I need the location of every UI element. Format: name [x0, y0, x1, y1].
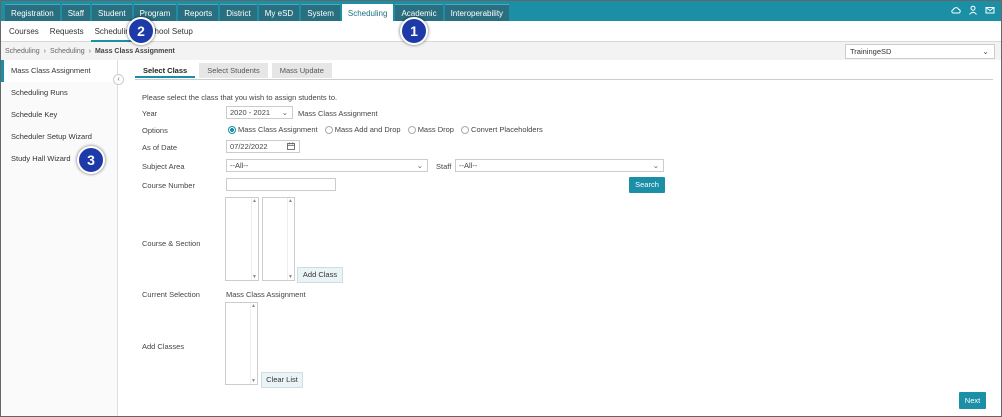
scrollbar[interactable]: [250, 303, 257, 384]
nav-tab-system[interactable]: System: [301, 4, 340, 21]
current-selection-value: Mass Class Assignment: [226, 290, 306, 299]
radio-empty-icon: [324, 125, 333, 134]
breadcrumb-separator-icon: ›: [88, 47, 91, 55]
mail-icon[interactable]: [985, 5, 995, 15]
callout-badge: 2: [127, 17, 155, 45]
course-number-input[interactable]: [226, 178, 336, 191]
year-select-value: 2020 - 2021: [230, 108, 271, 117]
breadcrumb-current: Mass Class Assignment: [94, 47, 175, 55]
nav-tab-staff[interactable]: Staff: [61, 4, 90, 21]
nav-tab-district[interactable]: District: [220, 4, 257, 21]
chevron-down-icon: ⌄: [416, 161, 423, 170]
staff-select[interactable]: --All-- ⌄: [455, 159, 664, 172]
subject-area-select[interactable]: --All-- ⌄: [226, 159, 428, 172]
chevron-down-icon: ⌄: [281, 108, 288, 117]
as-of-date-input[interactable]: 07/22/2022: [226, 140, 300, 153]
breadcrumb-item[interactable]: Scheduling: [50, 48, 85, 55]
year-description: Mass Class Assignment: [298, 109, 378, 118]
callout-badge: 1: [400, 17, 428, 45]
radio-selected-icon: [228, 125, 236, 134]
nav-tab-student[interactable]: Student: [92, 4, 132, 21]
cloud-icon[interactable]: [951, 5, 961, 15]
radio-empty-icon: [461, 125, 470, 134]
nav-tab-my-esd[interactable]: My eSD: [258, 4, 300, 21]
as-of-date-label: As of Date: [142, 143, 178, 152]
options-radio-group: Mass Class Assignment Mass Add and Drop …: [228, 125, 548, 136]
radio-empty-icon: [407, 125, 416, 134]
course-listbox[interactable]: ▲ ▼: [225, 197, 259, 281]
calendar-icon[interactable]: [287, 142, 295, 153]
next-button[interactable]: Next: [959, 392, 986, 409]
instruction-text: Please select the class that you wish to…: [142, 93, 338, 102]
scroll-down-icon[interactable]: ▼: [288, 274, 293, 280]
year-label: Year: [142, 109, 158, 118]
course-section-label: Course & Section: [142, 239, 201, 248]
sidebar-item-scheduling-runs[interactable]: Scheduling Runs: [1, 82, 117, 104]
callout-badge: 3: [77, 146, 105, 174]
add-classes-listbox[interactable]: ▲ ▼: [225, 302, 258, 385]
as-of-date-value: 07/22/2022: [230, 142, 268, 151]
tab-select-class[interactable]: Select Class: [135, 63, 196, 78]
app-frame: Registration Staff Student Program Repor…: [0, 0, 1002, 417]
sidebar-item-mass-class-assignment[interactable]: Mass Class Assignment: [1, 60, 117, 82]
scroll-up-icon[interactable]: ▲: [252, 198, 257, 204]
nav-tab-interoperability[interactable]: Interoperability: [444, 4, 510, 21]
scroll-up-icon[interactable]: ▲: [288, 198, 293, 204]
section-listbox[interactable]: ▲ ▼: [262, 197, 295, 281]
radio-mass-drop[interactable]: Mass Drop: [407, 125, 454, 134]
scroll-down-icon[interactable]: ▼: [251, 378, 256, 384]
subnav-courses[interactable]: Courses: [5, 21, 43, 42]
main-panel: Select Class Select Students Mass Update…: [127, 62, 997, 414]
tab-divider: [135, 79, 993, 80]
breadcrumb-item[interactable]: Scheduling: [5, 48, 40, 55]
subtabs: Select Class Select Students Mass Update: [135, 63, 332, 78]
user-icon[interactable]: [968, 5, 978, 15]
breadcrumb-separator-icon: ›: [43, 47, 46, 55]
sidebar-collapse-icon[interactable]: ‹: [113, 74, 124, 85]
nav-tab-registration[interactable]: Registration: [5, 4, 60, 21]
chevron-down-icon: ⌄: [652, 161, 659, 170]
sidebar-item-schedule-key[interactable]: Schedule Key: [1, 104, 117, 126]
current-selection-label: Current Selection: [142, 290, 200, 299]
tab-select-students[interactable]: Select Students: [199, 63, 268, 78]
search-button[interactable]: Search: [629, 177, 665, 193]
clear-list-button[interactable]: Clear List: [261, 372, 303, 388]
nav-tab-reports[interactable]: Reports: [178, 4, 219, 21]
scrollbar[interactable]: [251, 198, 258, 280]
subject-area-value: --All--: [230, 161, 249, 170]
radio-mass-add-and-drop[interactable]: Mass Add and Drop: [324, 125, 401, 134]
district-select[interactable]: TrainingeSD ⌄: [845, 44, 995, 59]
add-class-button[interactable]: Add Class: [297, 267, 343, 283]
staff-value: --All--: [459, 161, 478, 170]
scroll-down-icon[interactable]: ▼: [252, 274, 257, 280]
chevron-down-icon: ⌄: [982, 47, 989, 56]
add-classes-label: Add Classes: [142, 342, 185, 351]
course-number-label: Course Number: [142, 181, 195, 190]
subject-area-label: Subject Area: [142, 162, 185, 171]
scrollbar[interactable]: [287, 198, 294, 280]
tab-mass-update[interactable]: Mass Update: [271, 63, 332, 78]
radio-convert-placeholders[interactable]: Convert Placeholders: [461, 125, 543, 134]
nav-tab-scheduling[interactable]: Scheduling: [341, 4, 394, 21]
year-select[interactable]: 2020 - 2021 ⌄: [226, 106, 293, 119]
options-label: Options: [142, 126, 168, 135]
scroll-up-icon[interactable]: ▲: [251, 303, 256, 309]
sidebar-item-scheduler-setup-wizard[interactable]: Scheduler Setup Wizard: [1, 126, 117, 148]
sidebar: Mass Class Assignment Scheduling Runs Sc…: [1, 60, 118, 416]
radio-mass-class-assignment[interactable]: Mass Class Assignment: [228, 125, 318, 134]
top-nav: Registration Staff Student Program Repor…: [1, 1, 1001, 21]
staff-label: Staff: [436, 162, 452, 171]
district-select-value: TrainingeSD: [850, 47, 892, 56]
subnav-requests[interactable]: Requests: [46, 21, 88, 42]
